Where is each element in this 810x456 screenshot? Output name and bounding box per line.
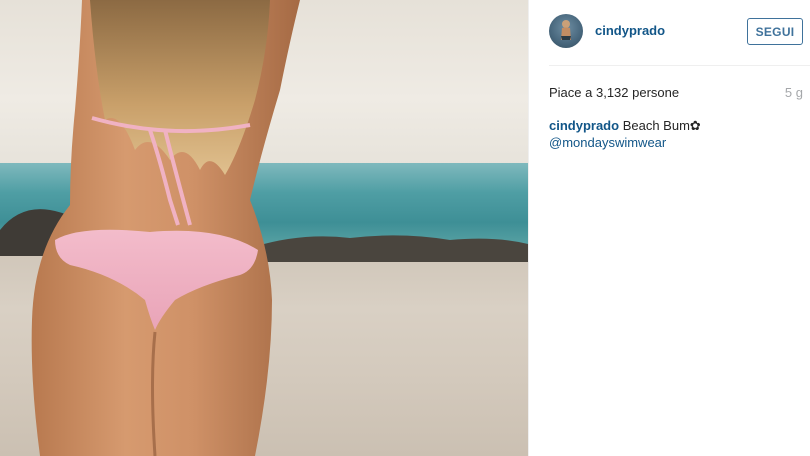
follow-button[interactable]: SEGUI <box>747 18 803 45</box>
post-caption: cindyprado Beach Bum✿ @mondayswimwear <box>549 118 803 151</box>
post-header: cindyprado SEGUI <box>549 0 810 66</box>
post-sidebar: cindyprado SEGUI Piace a 3,132 persone 5… <box>528 0 810 456</box>
post-timestamp[interactable]: 5 g <box>785 85 803 100</box>
photo-figure <box>0 0 528 456</box>
avatar-figure-icon <box>561 20 571 40</box>
author-username[interactable]: cindyprado <box>595 23 665 38</box>
flower-emoji-icon: ✿ <box>689 119 701 134</box>
avatar[interactable] <box>549 14 583 48</box>
post-photo[interactable] <box>0 0 528 456</box>
instagram-post: cindyprado SEGUI Piace a 3,132 persone 5… <box>0 0 810 456</box>
likes-row: Piace a 3,132 persone 5 g <box>549 85 803 101</box>
caption-username[interactable]: cindyprado <box>549 118 619 133</box>
likes-count[interactable]: Piace a 3,132 persone <box>549 85 679 100</box>
caption-text: Beach Bum <box>622 118 690 133</box>
caption-mention-link[interactable]: @mondayswimwear <box>549 135 666 150</box>
